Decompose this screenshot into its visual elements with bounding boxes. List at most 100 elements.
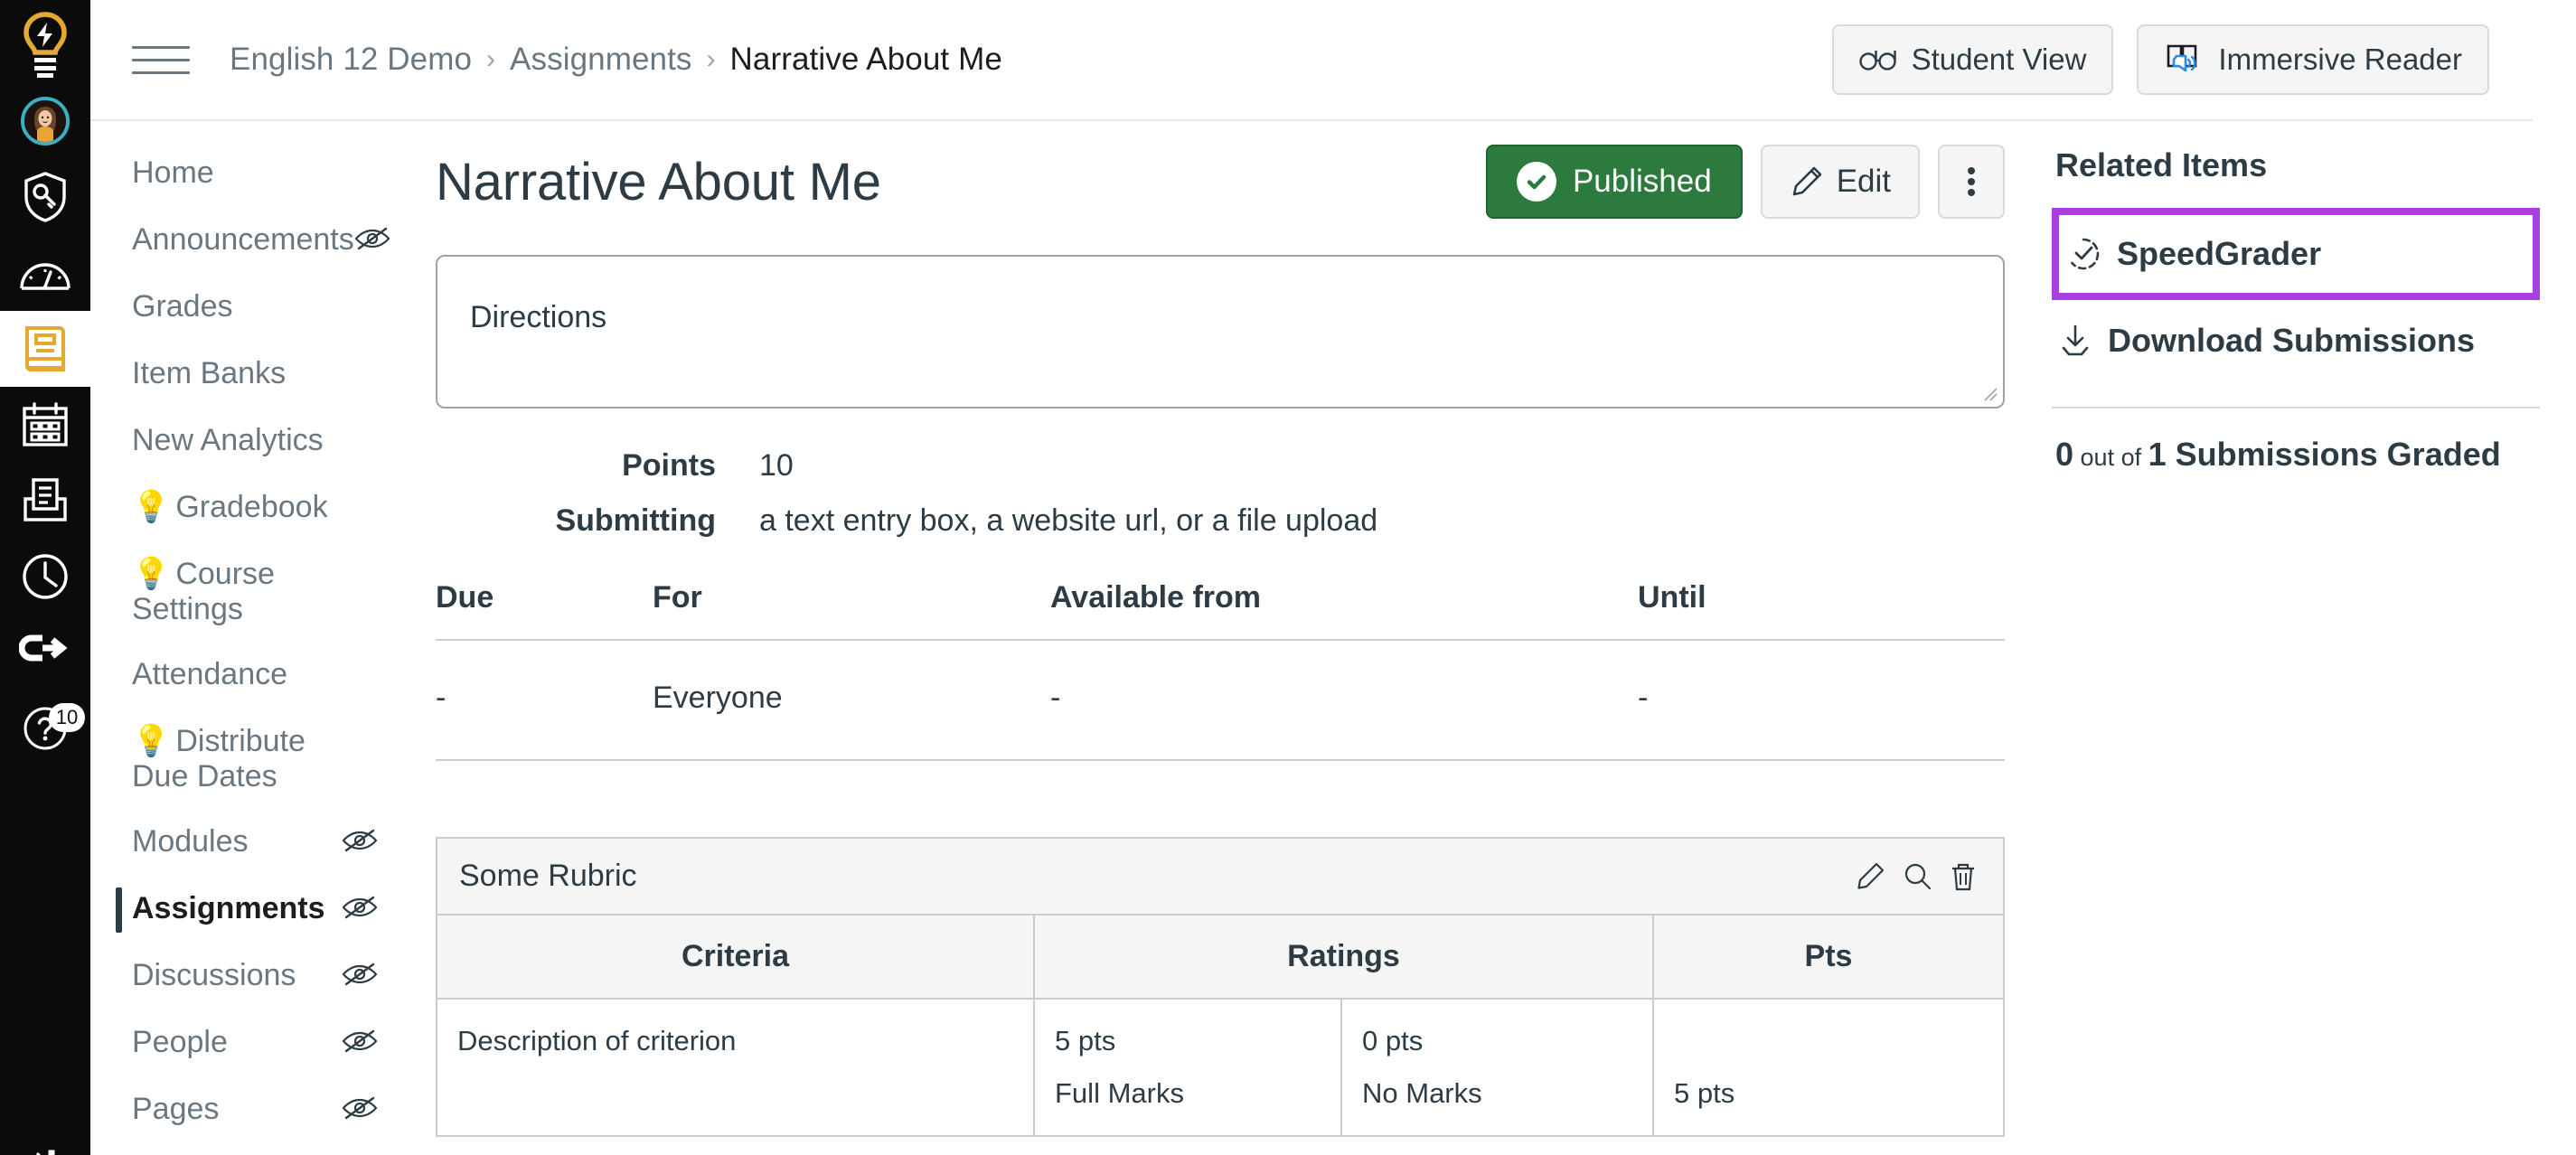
canvas-logo-icon[interactable] [0,7,90,83]
due-col-due: Due [436,580,653,641]
assignment-actions: Published Edit [1485,145,2005,219]
due-col-available-from: Available from [1050,580,1638,641]
hidden-eye-icon[interactable] [342,1028,378,1054]
sidebar-item-label: People [132,1024,228,1059]
sidebar-item-discussions[interactable]: Discussions [90,944,423,1010]
sidebar-item-label: 💡 Course Settings [132,557,275,627]
hidden-eye-icon[interactable] [342,1095,378,1121]
breadcrumb-course[interactable]: English 12 Demo [230,42,472,78]
calendar-icon[interactable] [0,387,90,463]
edit-button[interactable]: Edit [1760,145,1920,219]
sidebar-item-new-analytics[interactable]: New Analytics [90,408,423,475]
submitting-label: Submitting [555,503,716,538]
table-cell: Everyone [653,640,1050,761]
related-items-title: Related Items [2055,146,2268,183]
sidebar-item-label: Attendance [132,656,288,691]
sidebar-item-pages[interactable]: Pages [90,1077,423,1144]
logout-icon[interactable] [0,615,90,690]
rubric-table: Criteria Ratings Pts Description of criter… [437,916,2003,1135]
speedgrader-label: SpeedGrader [2117,235,2322,272]
more-options-button[interactable] [1938,145,2005,219]
directions-text: Directions [470,300,607,334]
hamburger-menu-icon[interactable] [132,31,190,89]
kebab-icon [1968,164,1975,200]
rubric-total-points: 5 pts [1674,1077,1735,1109]
inbox-icon[interactable] [0,463,90,539]
points-value: 10 [759,448,794,483]
courses-icon[interactable] [0,311,90,387]
sidebar-item-course-settings[interactable]: 💡 Course Settings [90,542,423,643]
sidebar-item-distribute-due-dates[interactable]: 💡 Distribute Due Dates [90,709,423,810]
top-bar-buttons: Student View Immersive Reader [1831,24,2489,95]
download-submissions-label: Download Submissions [2108,322,2476,359]
due-col-for: For [653,580,1050,641]
page-title: Narrative About Me [436,152,881,211]
help-icon[interactable]: 10 [0,690,90,766]
sidebar-item-home[interactable]: Home [90,141,423,208]
lightbulb-icon: 💡 [132,723,171,758]
sidebar-item-item-banks[interactable]: Item Banks [90,342,423,408]
sidebar-item-label: New Analytics [132,423,324,457]
inbox-icon-glyph [24,478,67,521]
sidebar-item-label: Announcements [132,222,354,257]
kebab-dot [1968,189,1975,196]
sidebar-item-label: 💡 Gradebook [132,490,328,524]
checkmark-icon [1527,174,1547,190]
dashboard-icon[interactable] [0,235,90,311]
rubric-rating[interactable]: 0 pts No Marks [1341,999,1654,1135]
sidebar-item-people[interactable]: People [90,1010,423,1077]
sidebar-item-announcements[interactable]: Announcements [90,208,423,275]
kebab-dot [1968,178,1975,185]
sidebar-item-label: Item Banks [132,356,287,390]
history-icon[interactable] [0,539,90,615]
resize-grip-icon[interactable] [1979,383,1998,401]
hidden-eye-icon[interactable] [342,828,378,853]
globalnav-bottom-partial-icon[interactable] [0,1126,90,1155]
graded-mid-text: out of [2073,444,2148,471]
book-icon [25,326,65,371]
sidebar-item-label: Discussions [132,957,296,992]
rubric-rating[interactable]: 5 pts Full Marks [1034,999,1342,1135]
clock-icon [23,554,68,599]
delete-rubric-icon[interactable] [1949,861,1978,892]
rubric-icon-group [1855,861,1978,892]
download-submissions-link[interactable]: Download Submissions [2052,298,2540,383]
admin-icon[interactable] [0,159,90,235]
breadcrumb-current[interactable]: Narrative About Me [730,42,1002,78]
sidebar-item-gradebook[interactable]: 💡 Gradebook [90,475,423,542]
breadcrumb-assignments[interactable]: Assignments [510,42,691,78]
page-wrapper: English 12 Demo › Assignments › Narrativ… [90,0,2576,1155]
hidden-eye-icon[interactable] [342,895,378,920]
help-badge: 10 [49,703,85,732]
submitting-row: Submitting a text entry box, a website u… [436,503,2052,539]
gauge-icon [20,263,71,290]
sidebar-item-attendance[interactable]: Attendance [90,643,423,709]
speedgrader-icon [2071,238,2100,270]
sidebar-item-modules[interactable]: Modules [90,810,423,877]
edit-rubric-icon[interactable] [1855,861,1885,892]
student-view-button[interactable]: Student View [1831,24,2114,95]
logout-arrow-icon [19,634,68,662]
immersive-reader-button[interactable]: Immersive Reader [2137,24,2489,95]
hidden-eye-icon[interactable] [354,226,390,251]
assignment-header: Narrative About Me Published Edit [436,145,2052,219]
hidden-eye-icon[interactable] [342,962,378,987]
account-avatar[interactable] [0,83,90,159]
published-button[interactable]: Published [1485,145,1743,219]
rubric-col-criteria: Criteria [437,916,1035,1000]
graded-count: 0 [2055,436,2074,473]
sidebar-item-grades[interactable]: Grades [90,275,423,342]
due-table-header-row: Due For Available from Until [436,580,2005,641]
speedgrader-link[interactable]: SpeedGrader [2052,208,2540,300]
submissions-graded-status: 0 out of 1 Submissions Graded [2052,408,2540,474]
lightbulb-logo-icon [24,12,67,78]
sidebar-item-label: Assignments [132,890,325,925]
breadcrumb: English 12 Demo › Assignments › Narrativ… [230,42,1002,78]
sidebar-item-assignments[interactable]: Assignments [90,877,423,944]
search-rubric-icon[interactable] [1902,861,1932,892]
directions-box[interactable]: Directions [436,255,2005,408]
graded-suffix: Submissions Graded [2166,436,2501,473]
partial-icon [35,1150,55,1155]
table-cell: - [1050,640,1638,761]
canvas-app: 10 English 12 Demo › Assignments › Narra… [0,0,2576,1155]
